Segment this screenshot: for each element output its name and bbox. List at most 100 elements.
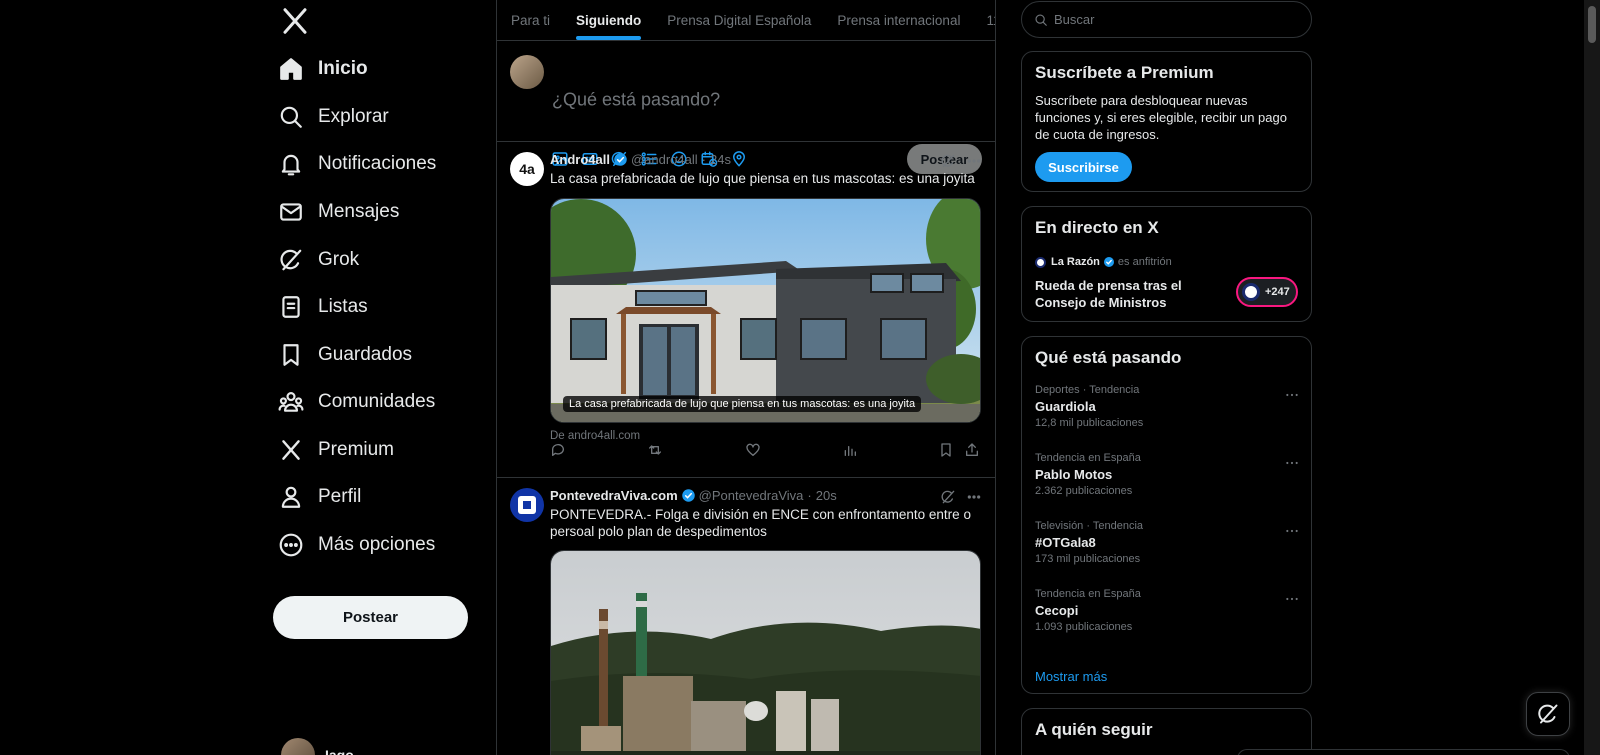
image-caption: La casa prefabricada de lujo que piensa …	[563, 396, 922, 412]
nav-label: Explorar	[318, 106, 389, 127]
tweet-tools	[940, 153, 982, 169]
search-icon	[278, 104, 304, 130]
mail-icon	[278, 199, 304, 225]
share-icon[interactable]	[964, 442, 980, 458]
avatar	[281, 738, 315, 755]
factory-photo	[551, 551, 980, 755]
more-icon[interactable]	[966, 153, 982, 169]
premium-title: Suscríbete a Premium	[1035, 63, 1214, 82]
show-more-link[interactable]: Mostrar más	[1035, 669, 1107, 684]
avatar[interactable]: 4a	[510, 152, 544, 186]
user-name: Iago	[325, 747, 354, 755]
tab-prensa-digital-espanola[interactable]: Prensa Digital Española	[654, 0, 824, 40]
grok-icon	[278, 247, 304, 273]
host-name: La Razón	[1051, 256, 1100, 268]
host-role: es anfitrión	[1117, 256, 1172, 268]
reply-icon[interactable]	[550, 442, 566, 458]
who-to-follow-title: A quién seguir	[1035, 720, 1153, 739]
verified-badge-icon	[1103, 256, 1115, 268]
trend-item[interactable]: Tendencia en España Pablo Motos 2.362 pu…	[1035, 452, 1300, 508]
trend-meta: Tendencia en España	[1035, 588, 1141, 600]
avatar	[510, 55, 544, 89]
grok-icon[interactable]	[940, 153, 956, 169]
author-name[interactable]: PontevedraViva.com	[550, 488, 678, 503]
like-icon[interactable]	[745, 442, 761, 458]
right-sidebar: Suscríbete a Premium Suscríbete para des…	[1021, 0, 1313, 755]
page-scrollbar[interactable]	[1584, 0, 1600, 755]
trend-meta: Tendencia en España	[1035, 452, 1141, 464]
separator-dot: ·	[807, 488, 812, 503]
avatar[interactable]	[510, 488, 544, 522]
author-handle[interactable]: @andro4all	[631, 152, 698, 167]
people-icon	[278, 389, 304, 415]
bookmark-icon	[278, 342, 304, 368]
trend-count: 1.093 publicaciones	[1035, 621, 1133, 633]
nav-item-inicio[interactable]: Inicio	[278, 49, 368, 89]
trend-count: 2.362 publicaciones	[1035, 485, 1133, 497]
nav-item-premium[interactable]: Premium	[278, 430, 394, 470]
live-event-title[interactable]: Rueda de prensa tras el Consejo de Minis…	[1035, 277, 1215, 311]
subscribe-button[interactable]: Suscribirse	[1035, 152, 1132, 182]
tweet[interactable]: PontevedraViva.com @PontevedraViva · 20s…	[497, 478, 995, 755]
verified-badge-icon	[613, 152, 628, 167]
author-name[interactable]: Andro4all	[550, 152, 610, 167]
repost-icon[interactable]	[647, 442, 663, 458]
tab-siguiendo[interactable]: Siguiendo	[563, 0, 654, 40]
nav-label: Grok	[318, 249, 360, 270]
trend-item[interactable]: Deportes · Tendencia Guardiola 12,8 mil …	[1035, 384, 1300, 440]
more-icon[interactable]	[1284, 523, 1300, 539]
search-icon	[1034, 13, 1048, 27]
post-button[interactable]: Postear	[273, 596, 468, 639]
tab-112[interactable]: 112	[973, 0, 995, 40]
tweet-image[interactable]	[550, 550, 981, 755]
live-host[interactable]: La Razón es anfitrión	[1035, 256, 1172, 268]
link-source[interactable]: De andro4all.com	[550, 430, 640, 442]
trend-title: Cecopi	[1035, 603, 1079, 618]
nav-item-comunidades[interactable]: Comunidades	[278, 382, 435, 422]
tweet[interactable]: 4a Andro4all @andro4all · 24s La casa pr…	[497, 142, 995, 478]
author-handle[interactable]: @PontevedraViva	[699, 488, 804, 503]
nav-item-notificaciones[interactable]: Notificaciones	[278, 144, 436, 184]
messages-drawer[interactable]	[1237, 749, 1570, 755]
nav-item-guardados[interactable]: Guardados	[278, 335, 412, 375]
left-navigation: Inicio Explorar Notificaciones Mensajes …	[268, 0, 478, 755]
nav-item-listas[interactable]: Listas	[278, 287, 368, 327]
search-box[interactable]	[1021, 1, 1312, 38]
tab-para-ti[interactable]: Para ti	[511, 0, 563, 40]
nav-item-explorar[interactable]: Explorar	[278, 97, 389, 137]
list-icon	[278, 294, 304, 320]
nav-item-grok[interactable]: Grok	[278, 240, 359, 280]
grok-icon[interactable]	[940, 489, 956, 505]
nav-item-perfil[interactable]: Perfil	[278, 477, 361, 517]
trend-title: Pablo Motos	[1035, 467, 1113, 482]
more-icon[interactable]	[1284, 387, 1300, 403]
trend-item[interactable]: Tendencia en España Cecopi 1.093 publica…	[1035, 588, 1300, 644]
nav-label: Guardados	[318, 344, 413, 365]
nav-item-mas-opciones[interactable]: Más opciones	[278, 525, 435, 565]
trend-item[interactable]: Televisión · Tendencia #OTGala8 173 mil …	[1035, 520, 1300, 576]
svg-text:4a: 4a	[519, 161, 535, 177]
scrollbar-thumb[interactable]	[1588, 6, 1596, 43]
premium-card: Suscríbete a Premium Suscríbete para des…	[1021, 51, 1312, 192]
grok-button[interactable]	[1526, 692, 1570, 736]
nav-label: Premium	[318, 439, 395, 460]
tab-prensa-internacional[interactable]: Prensa internacional	[824, 0, 973, 40]
trends-title: Qué está pasando	[1035, 348, 1182, 367]
bookmark-icon[interactable]	[938, 442, 954, 458]
tweet-image[interactable]: La casa prefabricada de lujo que piensa …	[550, 198, 981, 423]
nav-item-mensajes[interactable]: Mensajes	[278, 192, 399, 232]
tweet-time[interactable]: 20s	[816, 488, 837, 503]
views-icon[interactable]	[842, 442, 858, 458]
tweet-time[interactable]: 24s	[710, 152, 731, 167]
trend-meta: Televisión · Tendencia	[1035, 520, 1144, 532]
more-icon[interactable]	[1284, 455, 1300, 471]
search-input[interactable]	[1054, 12, 1284, 27]
compose-input[interactable]	[552, 89, 932, 111]
x-logo-icon[interactable]	[280, 6, 310, 36]
more-icon[interactable]	[966, 489, 982, 505]
nav-label: Listas	[318, 296, 368, 317]
live-listeners-pill[interactable]: +247	[1236, 277, 1298, 307]
nav-label: Perfil	[318, 486, 362, 507]
account-switcher[interactable]: Iago	[281, 738, 354, 755]
more-icon[interactable]	[1284, 591, 1300, 607]
